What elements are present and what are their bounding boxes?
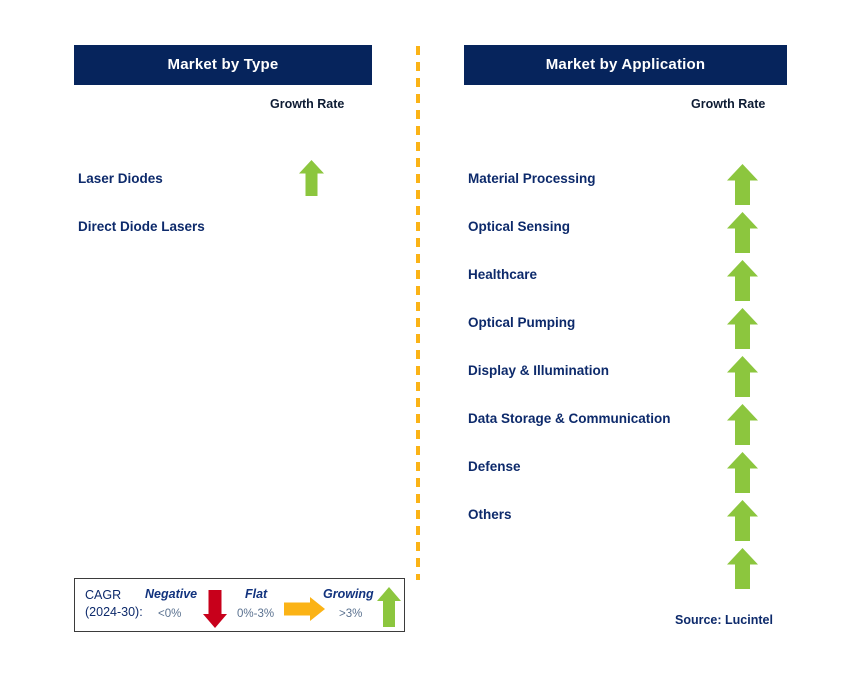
source-attribution: Source: Lucintel xyxy=(675,613,773,627)
item-label-optical-pumping: Optical Pumping xyxy=(468,315,576,330)
list-item[interactable]: Laser Diodes xyxy=(74,170,372,218)
arrow-right-icon-svg xyxy=(284,597,325,621)
arrow-up-icon xyxy=(727,404,758,445)
arrow-up-icon xyxy=(727,212,758,253)
arrow-up-icon xyxy=(376,586,402,633)
item-label-healthcare: Healthcare xyxy=(468,267,538,282)
arrow-down-icon-svg xyxy=(203,590,227,628)
arrow-down-icon xyxy=(202,589,228,634)
item-label-clip: Data Storage & Communication xyxy=(468,410,684,430)
vertical-dashed-divider xyxy=(416,46,420,580)
panel-market-by-application: Market by Application Growth Rate Materi… xyxy=(464,45,787,589)
item-label-display-and-illumination: Display & Illumination xyxy=(468,363,610,378)
item-label-direct-diode-lasers: Direct Diode Lasers xyxy=(78,219,205,234)
arrow-up-icon xyxy=(727,164,758,205)
rows-market-by-application: Material Processing Optical Sensing Heal… xyxy=(464,85,787,589)
legend-range-flat: 0%-3% xyxy=(237,608,275,620)
legend-range-negative: <0% xyxy=(158,608,182,620)
arrow-up-icon xyxy=(727,308,758,349)
slide-canvas: Market by Type Growth Rate Laser Diodes … xyxy=(0,0,851,685)
list-item[interactable]: Direct Diode Lasers xyxy=(74,218,372,266)
arrow-up-icon xyxy=(727,452,758,493)
arrow-up-icon xyxy=(727,356,758,397)
arrow-up-icon xyxy=(299,160,324,196)
legend-title: CAGR (2024-30): xyxy=(85,587,143,621)
item-label-material-processing: Material Processing xyxy=(468,171,596,186)
legend-range-growing: >3% xyxy=(339,608,363,620)
arrow-up-icon-svg xyxy=(377,587,401,627)
panel-title-market-by-type: Market by Type xyxy=(74,45,372,85)
legend-title-line2: (2024-30): xyxy=(85,605,143,619)
item-label-defense: Defense xyxy=(468,459,521,474)
legend-word-negative: Negative xyxy=(145,587,198,601)
arrow-right-icon xyxy=(283,596,326,627)
legend-word-flat: Flat xyxy=(245,587,268,601)
panel-market-by-type: Market by Type Growth Rate Laser Diodes … xyxy=(74,45,372,525)
item-label-optical-sensing: Optical Sensing xyxy=(468,219,571,234)
item-label-data-storage-and-communication: Data Storage & Communication xyxy=(468,411,671,426)
cagr-legend-box: CAGR (2024-30): Negative <0% Flat 0%-3% xyxy=(74,578,405,632)
legend-title-line1: CAGR xyxy=(85,588,122,602)
item-label-laser-diodes: Laser Diodes xyxy=(78,171,163,186)
panel-title-market-by-application: Market by Application xyxy=(464,45,787,85)
arrow-up-icon xyxy=(727,548,758,589)
legend-word-growing: Growing xyxy=(323,587,374,601)
rows-market-by-type: Laser Diodes Direct Diode Lasers xyxy=(74,85,372,525)
arrow-up-icon xyxy=(727,260,758,301)
arrow-up-icon xyxy=(727,500,758,541)
item-label-others: Others xyxy=(468,507,512,522)
